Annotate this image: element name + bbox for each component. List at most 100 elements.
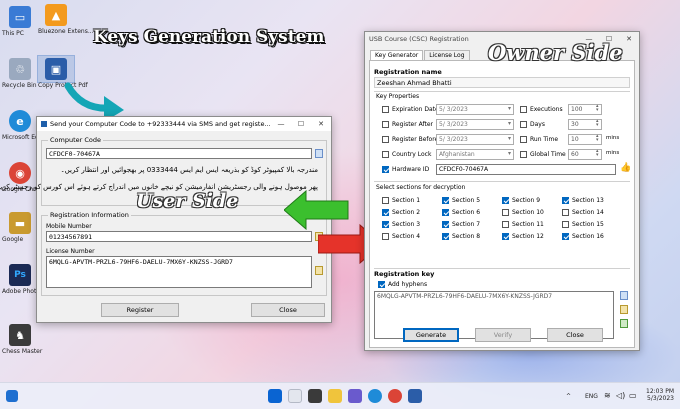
section-4-checkbox[interactable] (382, 233, 389, 240)
clock-date: 5/3/2023 (647, 395, 674, 402)
chrome-icon[interactable] (388, 389, 402, 403)
clock[interactable]: 12:03 PM 5/3/2023 (646, 388, 674, 402)
register-before-checkbox[interactable] (382, 136, 389, 143)
copy-protect-icon[interactable] (408, 389, 422, 403)
registration-name-field[interactable]: Zeeshan Ahmad Bhatti (374, 77, 630, 88)
section-8-checkbox[interactable] (442, 233, 449, 240)
desktop-icon-google[interactable]: ▬ Google (2, 212, 38, 243)
executions-stepper[interactable]: 100 (568, 104, 602, 115)
user-dialog-titlebar[interactable]: Send your Computer Code to +92333444 via… (37, 117, 331, 131)
desktop-icon-label: Recycle Bin (2, 82, 37, 89)
register-after-label: Register After (392, 121, 434, 128)
copy-icon[interactable] (315, 149, 323, 158)
section-10-label: Section 10 (512, 209, 544, 216)
desktop-icon-this-pc[interactable]: ▭ This PC (2, 6, 38, 37)
instruction-line-1: مندرجہ بالا کمپیوٹر کوڈ کو بذریعہ ایس ای… (60, 166, 318, 174)
tray-chevron-icon[interactable]: ^ (566, 393, 571, 400)
hardware-id-checkbox[interactable] (382, 166, 389, 173)
volume-icon[interactable]: ◁) (616, 391, 625, 400)
section-15-label: Section 15 (572, 221, 604, 228)
license-number-field[interactable]: 6MQLG-APVTM-PRZL6-79HF6-DAELU-7MX6Y-KNZS… (46, 256, 312, 288)
section-1-checkbox[interactable] (382, 197, 389, 204)
register-before-label: Register Before (392, 136, 439, 143)
desktop-icon-bluezone[interactable]: ▲ Bluezone Extens... (38, 4, 94, 35)
section-13-checkbox[interactable] (562, 197, 569, 204)
save-icon[interactable] (620, 319, 628, 328)
close-button[interactable]: Close (547, 328, 603, 342)
hardware-id-label: Hardware ID (392, 166, 430, 173)
section-15-checkbox[interactable] (562, 221, 569, 228)
desktop-icon-photoshop[interactable]: Ps Adobe Photosh... (2, 264, 53, 295)
country-lock-checkbox[interactable] (382, 151, 389, 158)
divider (374, 268, 630, 269)
owner-side-label: Owner Side (488, 40, 623, 65)
owner-window-title: USB Course (CSC) Registration (369, 35, 469, 43)
edge-icon[interactable] (368, 389, 382, 403)
register-after-picker[interactable]: 5/ 3/2023 ▾ (436, 119, 514, 130)
section-6-checkbox[interactable] (442, 209, 449, 216)
expiration-date-picker[interactable]: 5/ 3/2023 ▾ (436, 104, 514, 115)
global-time-unit: mins (606, 150, 620, 156)
maximize-button[interactable]: ☐ (291, 117, 311, 131)
register-after-checkbox[interactable] (382, 121, 389, 128)
thumbs-up-icon[interactable]: 👍 (620, 163, 631, 173)
section-2-checkbox[interactable] (382, 209, 389, 216)
close-window-button[interactable]: ✕ (311, 117, 331, 131)
section-10-checkbox[interactable] (502, 209, 509, 216)
desktop-icon-recycle-bin[interactable]: ♲ Recycle Bin (2, 58, 38, 89)
paste-icon[interactable] (315, 266, 323, 275)
days-stepper[interactable]: 30 (568, 119, 602, 130)
close-button[interactable]: Close (251, 303, 325, 317)
clock-time: 12:03 PM (646, 388, 674, 395)
section-13-label: Section 13 (572, 197, 604, 204)
global-time-stepper[interactable]: 60 (568, 149, 602, 160)
tab-license-log[interactable]: License Log (424, 50, 470, 60)
desktop-icon-chess[interactable]: ♞ Chess Master (2, 324, 42, 355)
mobile-number-field[interactable]: 01234567891 (46, 231, 312, 242)
country-lock-select[interactable]: Afghanistan ▾ (436, 149, 514, 160)
battery-icon[interactable]: ▭ (629, 391, 637, 400)
file-explorer-icon[interactable] (328, 389, 342, 403)
section-12-checkbox[interactable] (502, 233, 509, 240)
register-before-picker[interactable]: 5/ 3/2023 ▾ (436, 134, 514, 145)
add-hyphens-checkbox[interactable] (378, 281, 385, 288)
section-11-checkbox[interactable] (502, 221, 509, 228)
desktop-icon-edge[interactable]: e Microsoft Edge (2, 110, 46, 141)
date-value: 5/ 3/2023 (439, 136, 468, 143)
section-4-label: Section 4 (392, 233, 421, 240)
days-checkbox[interactable] (520, 121, 527, 128)
expiration-date-checkbox[interactable] (382, 106, 389, 113)
start-icon[interactable] (268, 389, 282, 403)
copy-icon[interactable] (620, 291, 628, 300)
weather-icon[interactable] (6, 390, 18, 402)
run-time-checkbox[interactable] (520, 136, 527, 143)
global-time-checkbox[interactable] (520, 151, 527, 158)
wifi-icon[interactable]: ≋ (604, 391, 611, 400)
section-9-checkbox[interactable] (502, 197, 509, 204)
computer-code-field[interactable]: CFDCF0-70467A (46, 148, 312, 159)
language-indicator[interactable]: ENG (585, 393, 598, 400)
section-3-checkbox[interactable] (382, 221, 389, 228)
section-5-checkbox[interactable] (442, 197, 449, 204)
desktop-icon-copy-protect-pdf[interactable]: ▣ Copy Protect Pdf (37, 55, 88, 89)
executions-checkbox[interactable] (520, 106, 527, 113)
edge-icon: e (9, 110, 31, 132)
book-icon: ▣ (45, 58, 67, 80)
section-16-checkbox[interactable] (562, 233, 569, 240)
calendar-icon: ▾ (507, 120, 511, 127)
minimize-button[interactable]: — (271, 117, 291, 131)
teams-icon[interactable] (348, 389, 362, 403)
hardware-id-field[interactable]: CFDCF0-70467A (436, 164, 616, 175)
country-value: Afghanistan (439, 151, 475, 158)
section-14-checkbox[interactable] (562, 209, 569, 216)
desktop-icon-label: Bluezone Extens... (38, 28, 94, 35)
register-button[interactable]: Register (101, 303, 179, 317)
run-time-stepper[interactable]: 10 (568, 134, 602, 145)
section-7-checkbox[interactable] (442, 221, 449, 228)
days-label: Days (530, 121, 545, 128)
generate-button[interactable]: Generate (403, 328, 459, 342)
task-view-icon[interactable] (308, 389, 322, 403)
paste-icon[interactable] (620, 305, 628, 314)
verify-button[interactable]: Verify (475, 328, 531, 342)
search-icon[interactable] (288, 389, 302, 403)
